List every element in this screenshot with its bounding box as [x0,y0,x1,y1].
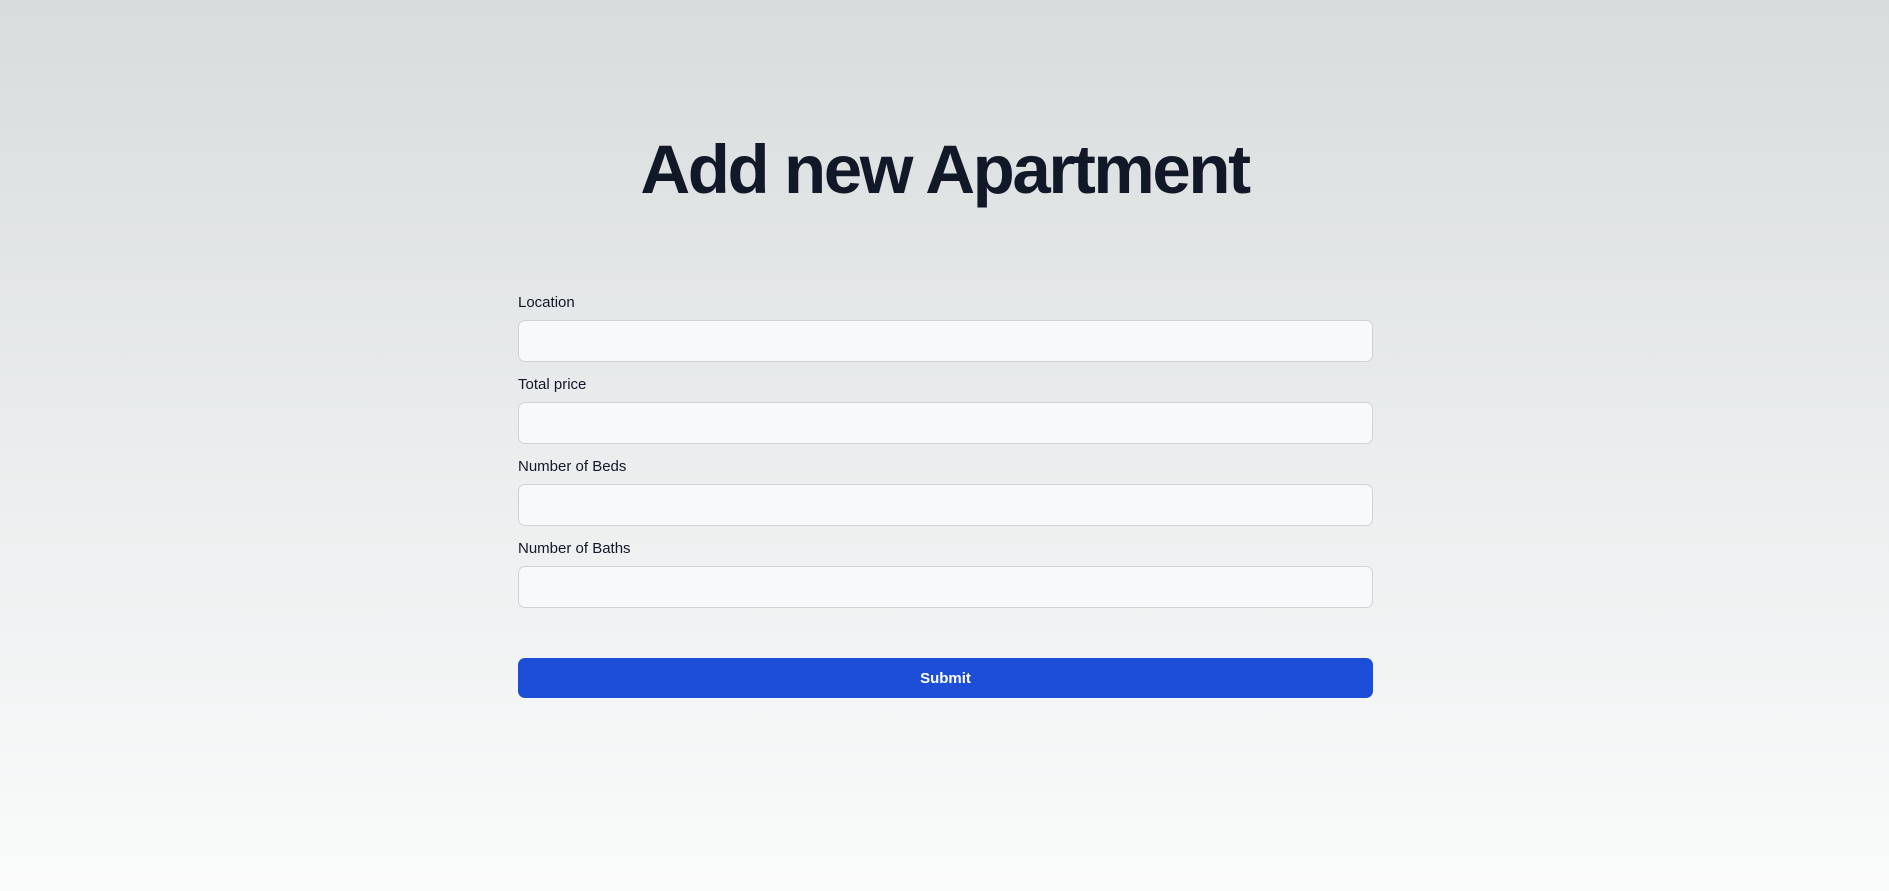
number-of-baths-field-group: Number of Baths [518,540,1373,608]
submit-button[interactable]: Submit [518,658,1373,698]
location-field-group: Location [518,294,1373,362]
number-of-beds-label: Number of Beds [518,458,627,475]
total-price-label: Total price [518,376,587,393]
number-of-beds-field-group: Number of Beds [518,458,1373,526]
number-of-baths-input[interactable] [518,566,1373,608]
total-price-field-group: Total price [518,376,1373,444]
location-input[interactable] [518,320,1373,362]
page-title: Add new Apartment [640,131,1251,208]
location-label: Location [518,294,575,311]
number-of-baths-label: Number of Baths [518,540,631,557]
page: Add new Apartment Location Total price N… [0,0,1889,891]
number-of-beds-input[interactable] [518,484,1373,526]
add-apartment-form: Location Total price Number of Beds Numb… [518,294,1373,698]
total-price-input[interactable] [518,402,1373,444]
